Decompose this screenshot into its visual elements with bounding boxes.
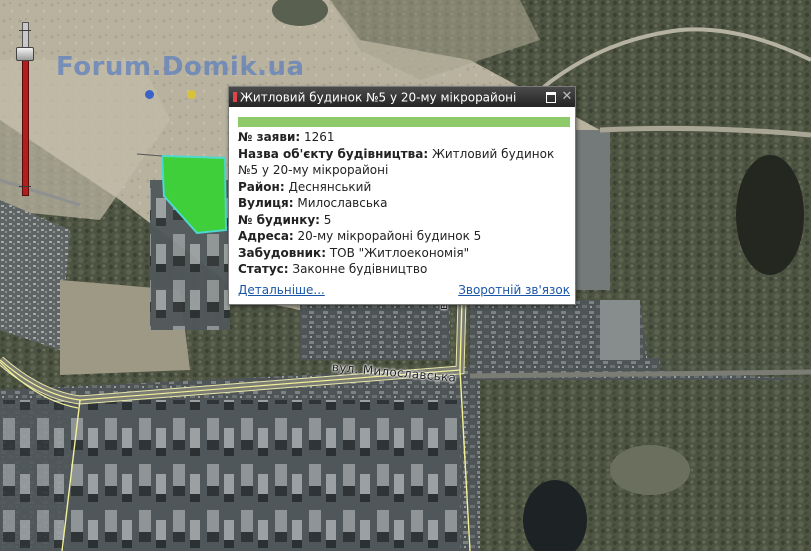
details-link[interactable]: Детальніше... [238,283,325,297]
popup-links: Детальніше... Зворотній зв'язок [238,283,570,297]
field-row: № будинку: 5 [238,212,574,229]
popup-titlebar[interactable]: Житловий будинок №5 у 20-му мікрорайоні … [229,87,575,107]
field-row: Вулиця: Милославська [238,195,574,212]
field-value: Милославська [293,196,388,210]
field-label: Вулиця: [238,196,294,210]
feedback-link[interactable]: Зворотній зв'язок [458,283,570,297]
field-label: Назва об'єкту будівництва: [238,146,429,161]
info-popup: Житловий будинок №5 у 20-му мікрорайоні … [228,86,576,305]
field-row: Адреса: 20-му мікрорайоні будинок 5 [238,228,574,245]
field-row: Назва об'єкту будівництва: Житловий буди… [238,146,574,179]
zoom-handle[interactable] [16,47,34,61]
status-progress-fill [238,117,570,127]
watermark: Forum.Domik.ua [56,52,305,82]
field-value: ТОВ "Житлоекономія" [326,245,470,260]
popup-title: Житловий будинок №5 у 20-му мікрорайоні [240,90,517,105]
zoom-slider[interactable] [14,22,36,197]
field-row: № заяви: 1261 [238,129,574,146]
field-value: Деснянський [284,179,372,194]
close-icon[interactable]: ✕ [561,90,573,103]
zoom-tick [19,186,31,187]
status-progress-bar [238,117,570,127]
field-value: 5 [319,212,332,227]
zoom-tick [19,30,31,31]
field-row: Забудовник: ТОВ "Житлоекономія" [238,245,574,262]
field-value: 20-му мікрорайоні будинок 5 [293,229,482,243]
field-value: 1261 [300,130,335,144]
field-label: № заяви: [238,130,301,144]
field-label: Статус: [238,262,289,276]
maximize-icon[interactable] [545,91,557,103]
field-value: Законне будівництво [288,262,428,276]
watermark-dot [187,90,196,99]
field-label: Район: [238,179,285,194]
field-label: Забудовник: [238,245,326,260]
field-label: Адреса: [238,229,294,243]
marker-icon [233,91,237,102]
zoom-level-fill [22,53,29,196]
popup-fields: № заяви: 1261 Назва об'єкту будівництва:… [238,129,574,278]
field-row: Район: Деснянський [238,179,574,196]
field-label: № будинку: [238,212,320,227]
field-row: Статус: Законне будівництво [238,261,574,278]
watermark-dot [145,90,154,99]
